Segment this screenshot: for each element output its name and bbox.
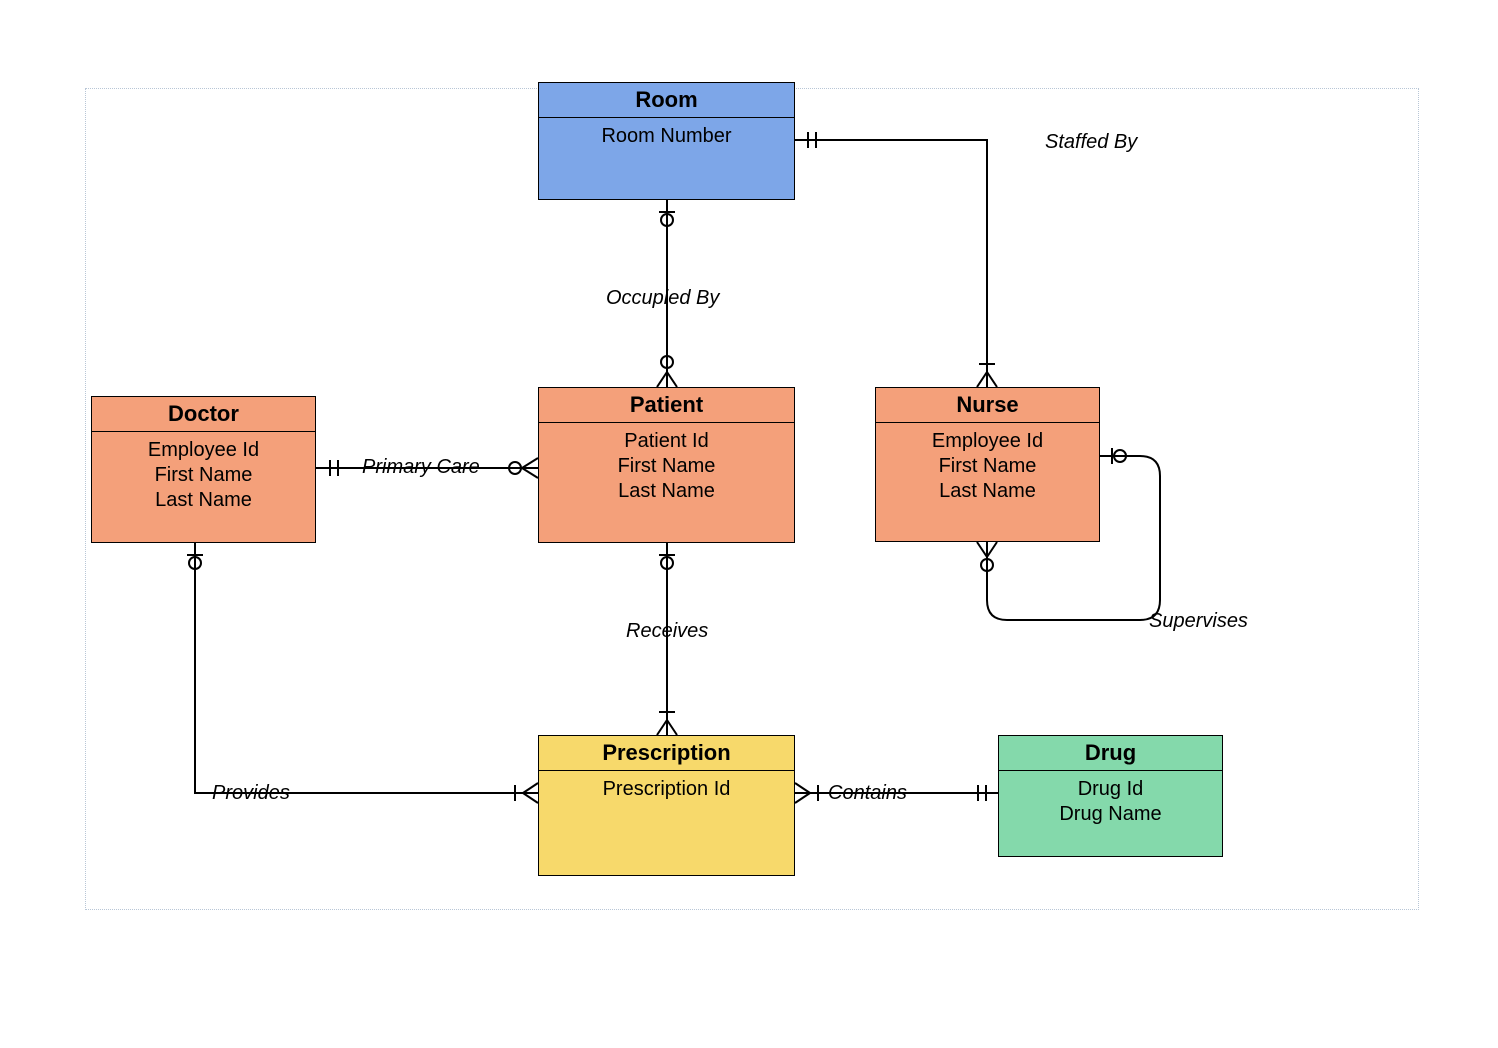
entity-nurse-title: Nurse (876, 388, 1099, 423)
entity-doctor-title: Doctor (92, 397, 315, 432)
attr: Prescription Id (539, 777, 794, 802)
entity-doctor-attrs: Employee Id First Name Last Name (92, 432, 315, 519)
attr: First Name (539, 454, 794, 479)
attr: Patient Id (539, 429, 794, 454)
entity-room-attrs: Room Number (539, 118, 794, 155)
attr: Drug Id (999, 777, 1222, 802)
entity-drug-title: Drug (999, 736, 1222, 771)
rel-staffed-by: Staffed By (1045, 131, 1137, 154)
entity-nurse[interactable]: Nurse Employee Id First Name Last Name (875, 387, 1100, 542)
diagram-canvas: Room Room Number Doctor Employee Id Firs… (0, 0, 1498, 1048)
attr: Room Number (539, 124, 794, 149)
entity-room-title: Room (539, 83, 794, 118)
entity-prescription-attrs: Prescription Id (539, 771, 794, 808)
rel-contains: Contains (828, 782, 907, 805)
rel-primary-care: Primary Care (362, 456, 480, 479)
attr: First Name (92, 463, 315, 488)
entity-prescription-title: Prescription (539, 736, 794, 771)
entity-patient[interactable]: Patient Patient Id First Name Last Name (538, 387, 795, 543)
attr: Last Name (539, 479, 794, 504)
rel-occupied-by: Occupied By (606, 287, 719, 310)
rel-receives: Receives (626, 620, 708, 643)
entity-nurse-attrs: Employee Id First Name Last Name (876, 423, 1099, 510)
entity-room[interactable]: Room Room Number (538, 82, 795, 200)
attr: Last Name (876, 479, 1099, 504)
rel-supervises: Supervises (1149, 610, 1248, 633)
attr: First Name (876, 454, 1099, 479)
entity-doctor[interactable]: Doctor Employee Id First Name Last Name (91, 396, 316, 543)
entity-prescription[interactable]: Prescription Prescription Id (538, 735, 795, 876)
entity-patient-attrs: Patient Id First Name Last Name (539, 423, 794, 510)
entity-drug[interactable]: Drug Drug Id Drug Name (998, 735, 1223, 857)
attr: Last Name (92, 488, 315, 513)
attr: Drug Name (999, 802, 1222, 827)
attr: Employee Id (92, 438, 315, 463)
entity-drug-attrs: Drug Id Drug Name (999, 771, 1222, 833)
entity-patient-title: Patient (539, 388, 794, 423)
rel-provides: Provides (212, 782, 290, 805)
attr: Employee Id (876, 429, 1099, 454)
